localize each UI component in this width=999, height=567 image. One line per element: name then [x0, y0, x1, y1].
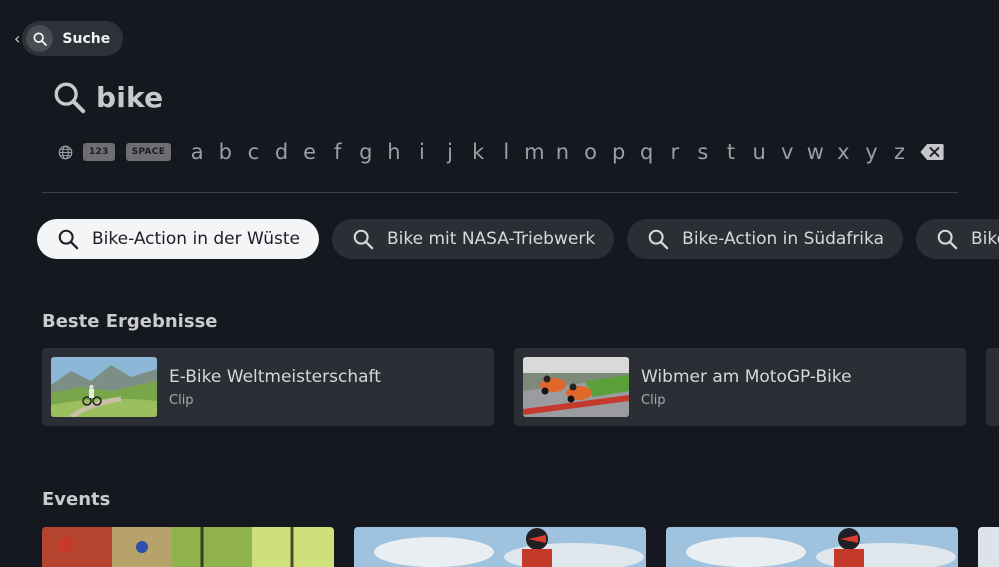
result-title: Wibmer am MotoGP-Bike — [641, 366, 852, 387]
back-search-button[interactable]: ‹ Suche — [14, 21, 124, 56]
letter-key[interactable]: y — [857, 140, 885, 164]
events-heading: Events — [42, 489, 111, 510]
letter-key[interactable]: d — [267, 140, 295, 164]
event-card[interactable] — [666, 527, 958, 567]
suggestion-label: Bike-Action in Südafrika — [682, 229, 884, 249]
events-row — [42, 527, 999, 567]
suggestion-label: Bike-Action in der Wüste — [92, 229, 300, 249]
letter-key[interactable]: f — [324, 140, 352, 164]
search-icon — [58, 229, 79, 250]
back-chevron-icon: ‹ — [14, 29, 21, 48]
letter-key[interactable]: v — [773, 140, 801, 164]
letter-keys: abcdefghijklmnopqrstuvwxyz — [183, 140, 913, 164]
search-icon — [353, 229, 374, 250]
result-thumbnail — [51, 357, 157, 417]
result-type: Clip — [169, 392, 194, 408]
result-card[interactable]: E-Bike Weltmeisterschaft Clip — [42, 348, 494, 426]
space-key[interactable]: SPACE — [125, 143, 172, 161]
letter-key[interactable]: k — [464, 140, 492, 164]
letter-key[interactable]: r — [661, 140, 689, 164]
letter-key[interactable]: x — [829, 140, 857, 164]
best-results-row: E-Bike Weltmeisterschaft Clip Wibmer am … — [42, 348, 999, 426]
suggestion-chip[interactable]: Bike-A — [916, 219, 999, 259]
letter-key[interactable]: c — [239, 140, 267, 164]
event-card[interactable] — [978, 527, 999, 567]
letter-key[interactable]: g — [352, 140, 380, 164]
suggestion-chip[interactable]: Bike-Action in Südafrika — [627, 219, 903, 259]
letter-key[interactable]: n — [548, 140, 576, 164]
letter-key[interactable]: i — [408, 140, 436, 164]
letter-key[interactable]: h — [380, 140, 408, 164]
result-type: Clip — [641, 392, 666, 408]
letter-key[interactable]: q — [633, 140, 661, 164]
result-card[interactable]: Wibmer am MotoGP-Bike Clip — [514, 348, 966, 426]
letter-key[interactable]: t — [717, 140, 745, 164]
suggestion-row: Bike-Action in der Wüste Bike mit NASA-T… — [37, 219, 999, 259]
search-icon — [937, 229, 958, 250]
letter-key[interactable]: z — [886, 140, 914, 164]
suggestion-label: Bike-A — [971, 229, 999, 249]
search-icon — [26, 25, 54, 52]
best-results-heading: Beste Ergebnisse — [42, 311, 218, 332]
suggestion-chip[interactable]: Bike mit NASA-Triebwerk — [332, 219, 615, 259]
event-card[interactable] — [354, 527, 646, 567]
suggestion-label: Bike mit NASA-Triebwerk — [387, 229, 596, 249]
result-title: E-Bike Weltmeisterschaft — [169, 366, 381, 387]
letter-key[interactable]: o — [576, 140, 604, 164]
backspace-icon[interactable] — [920, 143, 944, 161]
onscreen-keyboard: 123 SPACE abcdefghijklmnopqrstuvwxyz — [58, 139, 944, 165]
search-pill[interactable]: Suche — [22, 21, 124, 56]
letter-key[interactable]: j — [436, 140, 464, 164]
numbers-key[interactable]: 123 — [83, 143, 115, 161]
letter-key[interactable]: m — [520, 140, 548, 164]
letter-key[interactable]: p — [605, 140, 633, 164]
search-icon — [648, 229, 669, 250]
event-card[interactable] — [42, 527, 334, 567]
query-text: bike — [96, 80, 164, 114]
search-query-field[interactable]: bike — [52, 80, 163, 114]
letter-key[interactable]: s — [689, 140, 717, 164]
letter-key[interactable]: u — [745, 140, 773, 164]
letter-key[interactable]: w — [801, 140, 829, 164]
search-label: Suche — [62, 30, 111, 47]
letter-key[interactable]: b — [211, 140, 239, 164]
letter-key[interactable]: e — [296, 140, 324, 164]
letter-key[interactable]: l — [492, 140, 520, 164]
result-card[interactable] — [986, 348, 999, 426]
search-icon — [54, 82, 86, 114]
globe-icon[interactable] — [58, 145, 73, 160]
result-thumbnail — [523, 357, 629, 417]
letter-key[interactable]: a — [183, 140, 211, 164]
divider — [42, 192, 958, 193]
suggestion-chip[interactable]: Bike-Action in der Wüste — [37, 219, 319, 259]
